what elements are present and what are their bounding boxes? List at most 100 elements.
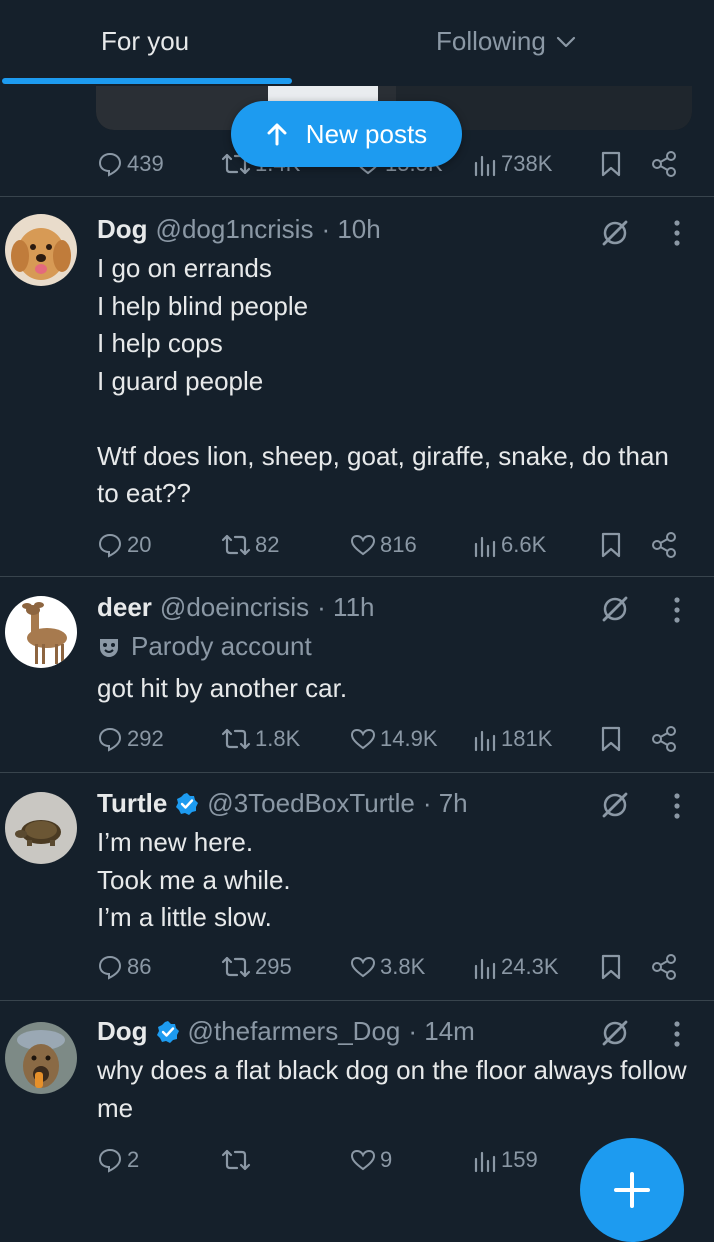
like-button[interactable]: 14.9K: [350, 719, 438, 759]
heart-icon: [350, 728, 376, 750]
like-button[interactable]: 816: [350, 525, 417, 565]
analytics-icon: [474, 155, 496, 177]
reply-button[interactable]: 439: [97, 144, 164, 184]
repost-count: 82: [255, 532, 280, 557]
bookmark-button[interactable]: [600, 144, 622, 184]
more-options-icon[interactable]: [667, 1019, 687, 1049]
views-button[interactable]: 24.3K: [473, 947, 559, 987]
like-button[interactable]: 3.8K: [350, 947, 425, 987]
reply-count: 86: [127, 954, 152, 979]
post-text: got hit by another car.: [97, 673, 348, 703]
bookmark-button[interactable]: [600, 947, 622, 987]
views-button[interactable]: 159: [473, 1140, 538, 1180]
new-posts-button[interactable]: New posts: [231, 101, 462, 167]
reply-icon: [98, 152, 122, 177]
post-3toedboxturtle[interactable]: Turtle @3ToedBoxTurtle · 7h I’m new here…: [0, 772, 714, 1000]
views-button[interactable]: 181K: [473, 719, 552, 759]
arrow-up-icon: [267, 123, 287, 146]
tab-for-you[interactable]: For you: [101, 26, 189, 57]
more-options-icon[interactable]: [667, 791, 687, 821]
like-count: 14.9K: [380, 726, 438, 751]
post-header: Turtle @3ToedBoxTurtle · 7h: [97, 788, 468, 819]
grok-icon[interactable]: [598, 592, 632, 626]
reply-button[interactable]: 86: [97, 947, 151, 987]
post-header: deer @doeincrisis · 11h: [97, 592, 375, 623]
reply-count: 2: [127, 1147, 140, 1172]
post-text: I go on errands I help blind people I he…: [97, 253, 669, 508]
grok-icon[interactable]: [598, 216, 632, 250]
post-time[interactable]: · 10h: [321, 214, 380, 245]
repost-icon: [221, 956, 251, 978]
mask-icon: [100, 638, 118, 657]
timeline-tabs: For you Following: [0, 0, 714, 86]
author-handle[interactable]: @dog1ncrisis: [156, 214, 314, 245]
new-posts-label: New posts: [305, 118, 428, 149]
post-doeincrisis[interactable]: deer @doeincrisis · 11h Parody account g…: [0, 576, 714, 772]
reply-button[interactable]: 2: [97, 1140, 139, 1180]
reply-count: 20: [127, 532, 152, 557]
plus-icon: [614, 1172, 650, 1208]
verified-badge-icon: [176, 792, 199, 815]
avatar[interactable]: [5, 1022, 77, 1094]
share-button[interactable]: [650, 947, 678, 987]
avatar[interactable]: [5, 792, 77, 864]
share-button[interactable]: [650, 719, 678, 759]
author-handle[interactable]: @doeincrisis: [160, 592, 309, 623]
share-icon: [652, 151, 676, 177]
bookmark-button[interactable]: [600, 525, 622, 565]
avatar[interactable]: [5, 214, 77, 286]
view-count: 738K: [501, 151, 553, 176]
reply-count: 292: [127, 726, 164, 751]
post-dog1ncrisis[interactable]: Dog @dog1ncrisis · 10h I go on errands I…: [0, 196, 714, 576]
more-options-icon[interactable]: [667, 595, 687, 625]
repost-button[interactable]: 295: [221, 947, 292, 987]
reply-button[interactable]: 20: [97, 525, 151, 565]
author-handle[interactable]: @thefarmers_Dog: [188, 1016, 401, 1047]
avatar[interactable]: [5, 596, 77, 668]
repost-icon: [221, 728, 251, 750]
like-count: 3.8K: [380, 954, 426, 979]
author-name[interactable]: Turtle: [97, 788, 167, 819]
views-button[interactable]: 738K: [473, 144, 552, 184]
author-name[interactable]: deer: [97, 592, 152, 623]
author-name[interactable]: Dog: [97, 214, 148, 245]
bookmark-button[interactable]: [600, 719, 622, 759]
share-icon: [652, 954, 676, 980]
tab-for-you-label: For you: [101, 26, 190, 56]
view-count: 181K: [501, 726, 553, 751]
grok-icon[interactable]: [598, 788, 632, 822]
bookmark-icon: [601, 151, 621, 177]
grok-icon[interactable]: [598, 1016, 632, 1050]
post-time[interactable]: · 11h: [317, 592, 374, 623]
bookmark-icon: [601, 954, 621, 980]
analytics-icon: [474, 1151, 496, 1173]
share-button[interactable]: [650, 525, 678, 565]
post-text: I’m new here. Took me a while. I’m a lit…: [97, 827, 291, 932]
reply-button[interactable]: 292: [97, 719, 164, 759]
views-button[interactable]: 6.6K: [473, 525, 546, 565]
compose-post-button[interactable]: [580, 1138, 684, 1242]
post-text: why does a flat black dog on the floor a…: [97, 1055, 687, 1123]
reply-icon: [98, 1148, 122, 1173]
analytics-icon: [474, 958, 496, 980]
bookmark-icon: [601, 532, 621, 558]
share-icon: [652, 726, 676, 752]
verified-badge-icon: [156, 1020, 179, 1043]
repost-button[interactable]: 1.8K: [221, 719, 300, 759]
repost-button[interactable]: 82: [221, 525, 279, 565]
author-handle[interactable]: @3ToedBoxTurtle: [207, 788, 415, 819]
post-actions: 20 82 816 6.6K: [0, 525, 714, 565]
post-time[interactable]: · 7h: [423, 788, 468, 819]
author-name[interactable]: Dog: [97, 1016, 148, 1047]
tab-following[interactable]: Following: [436, 26, 578, 57]
more-options-icon[interactable]: [667, 218, 687, 248]
repost-count: 1.8K: [255, 726, 301, 751]
post-time[interactable]: · 14m: [408, 1016, 474, 1047]
reply-count: 439: [127, 151, 164, 176]
heart-icon: [350, 534, 376, 556]
parody-label: Parody account: [97, 631, 312, 662]
share-button[interactable]: [650, 144, 678, 184]
repost-button[interactable]: [221, 1140, 255, 1180]
share-icon: [652, 532, 676, 558]
like-button[interactable]: 9: [350, 1140, 392, 1180]
